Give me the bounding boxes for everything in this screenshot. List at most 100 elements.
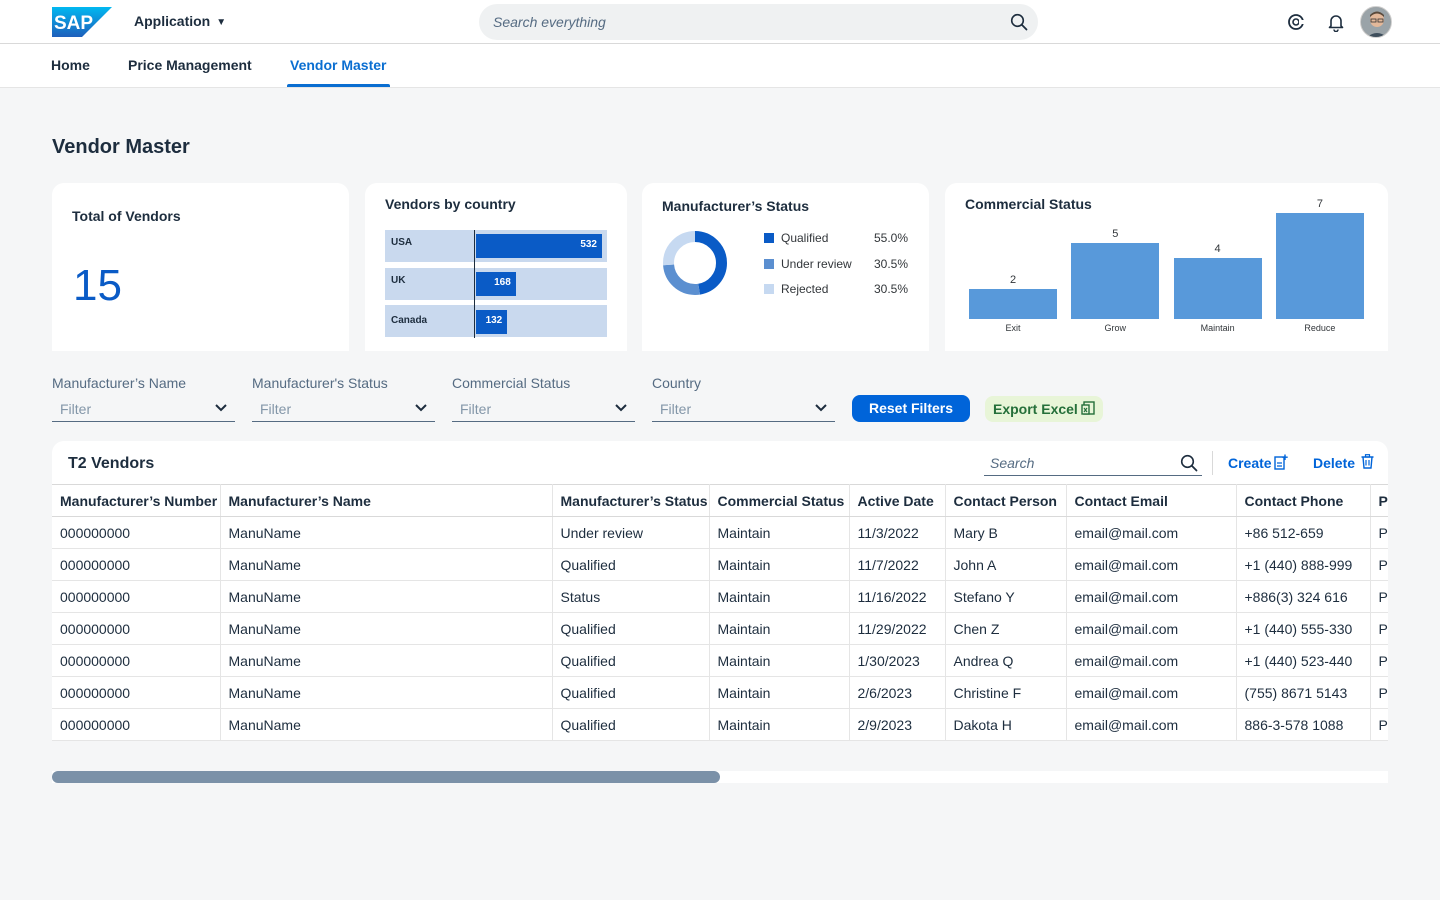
column-header[interactable]: Manufacturer’s Number: [52, 484, 221, 517]
table-cell: Maintain: [709, 580, 850, 613]
table-row[interactable]: 000000000 ManuName Qualified Maintain 2/6/20…: [52, 676, 1388, 709]
legend-value: 55.0%: [873, 231, 908, 245]
table-cell: ManuName: [220, 612, 553, 645]
commercial-status-bar[interactable]: [1173, 258, 1262, 319]
app-title-label: Application: [134, 13, 211, 29]
chevron-down-icon: [615, 404, 627, 412]
search-icon[interactable]: [1180, 454, 1198, 472]
table-cell: email@mail.com: [1066, 676, 1237, 709]
manufacturer-status-donut: [663, 231, 727, 295]
column-header[interactable]: Contact Email: [1066, 484, 1237, 517]
tab-price-management[interactable]: Price Management: [128, 57, 252, 73]
table-row[interactable]: 000000000 ManuName Qualified Maintain 1/30/2…: [52, 644, 1388, 677]
global-search-input[interactable]: [479, 4, 999, 40]
table-row[interactable]: 000000000 ManuName Qualified Maintain 2/9/20…: [52, 708, 1388, 741]
horizontal-scroll-thumb[interactable]: [52, 771, 720, 783]
column-header[interactable]: Active Date: [849, 484, 946, 517]
filter-select-manufacturer-name[interactable]: Filter: [52, 397, 235, 422]
column-header[interactable]: Contact Phone: [1236, 484, 1371, 517]
table-cell: email@mail.com: [1066, 580, 1237, 613]
table-cell: Status: [552, 580, 710, 613]
commercial-status-category-label: Exit: [1005, 323, 1021, 333]
commercial-status-bar[interactable]: [1275, 213, 1364, 319]
column-header[interactable]: Manufacturer’s Status: [552, 484, 710, 517]
column-header[interactable]: Commercial Status: [709, 484, 850, 517]
table-row[interactable]: 000000000 ManuName Qualified Maintain 11/29/…: [52, 612, 1388, 645]
table-cell: +1 (440) 888-999: [1236, 548, 1371, 581]
table-header-row: Manufacturer’s Number Manufacturer’s Nam…: [52, 484, 1388, 517]
table-cell: Under review: [552, 516, 710, 549]
commercial-status-title: Commercial Status: [965, 196, 1092, 212]
table-cell: Maintain: [709, 708, 850, 741]
table-cell: Qualified: [552, 612, 710, 645]
reset-filters-button[interactable]: Reset Filters: [852, 395, 970, 422]
table-title: T2 Vendors: [68, 455, 155, 472]
filter-select-commercial-status[interactable]: Filter: [452, 397, 635, 422]
country-bar[interactable]: 132: [476, 310, 508, 334]
legend-swatch: [764, 258, 774, 269]
page-title: Vendor Master: [52, 136, 190, 158]
bell-icon[interactable]: [1326, 12, 1346, 32]
sap-logo[interactable]: SAP: [52, 7, 112, 37]
table-cell: Po: [1370, 644, 1388, 677]
legend-item: Qualified 55.0%: [764, 231, 924, 247]
filter-select-manufacturer-status[interactable]: Filter: [252, 397, 435, 422]
country-bar-row: Canada 132: [385, 305, 607, 337]
tab-bar: Home Price Management Vendor Master: [0, 44, 1440, 88]
country-value-label: 132: [485, 315, 503, 326]
search-icon[interactable]: [1010, 13, 1028, 31]
export-excel-button[interactable]: Export Excel: [985, 396, 1103, 422]
country-value-label: 532: [580, 239, 597, 250]
country-bar[interactable]: 532: [476, 234, 602, 258]
copilot-icon[interactable]: [1286, 12, 1306, 32]
commercial-status-category-label: Reduce: [1304, 323, 1336, 333]
legend-swatch: [764, 284, 774, 294]
vendors-by-country-card: Vendors by country USA 532 UK 168 Canada 132: [365, 183, 627, 351]
avatar[interactable]: [1360, 6, 1392, 38]
tab-home[interactable]: Home: [51, 57, 90, 73]
commercial-status-value-label: 7: [1316, 198, 1323, 210]
country-bar[interactable]: 168: [476, 271, 516, 296]
table-cell: Po: [1370, 708, 1388, 741]
legend-swatch: [764, 233, 774, 243]
commercial-status-value-label: 5: [1112, 228, 1119, 241]
table-cell: +1 (440) 523-440: [1236, 644, 1371, 677]
delete-button[interactable]: Delete: [1313, 454, 1375, 471]
chevron-down-icon: [415, 404, 427, 412]
table-cell: 11/3/2022: [849, 516, 946, 549]
create-button[interactable]: Create: [1228, 454, 1290, 471]
filter-select-country[interactable]: Filter: [652, 397, 835, 422]
filter-label-country: Country: [652, 375, 702, 391]
commercial-status-bar[interactable]: [1071, 243, 1160, 319]
tab-vendor-master[interactable]: Vendor Master: [290, 57, 386, 73]
table-row[interactable]: 000000000 ManuName Under review Maintain 11/…: [52, 516, 1388, 549]
app-title-menu[interactable]: Application ▼: [134, 13, 226, 29]
table-row[interactable]: 000000000 ManuName Status Maintain 11/16/202…: [52, 580, 1388, 613]
table-cell: Qualified: [552, 548, 710, 581]
column-header[interactable]: Manufacturer’s Name: [220, 484, 553, 517]
table-cell: Stefano Y: [945, 580, 1067, 613]
table-cell: 2/9/2023: [849, 708, 946, 741]
country-label: USA: [391, 237, 413, 248]
country-label: Canada: [391, 315, 428, 326]
caret-down-icon: ▼: [216, 17, 227, 28]
table-cell: +1 (440) 555-330: [1236, 612, 1371, 645]
column-header[interactable]: Po: [1370, 484, 1388, 517]
manufacturer-status-title: Manufacturer’s Status: [662, 198, 810, 214]
table-cell: Po: [1370, 580, 1388, 613]
table-cell: 11/16/2022: [849, 580, 946, 613]
table-row[interactable]: 000000000 ManuName Qualified Maintain 11/7/2…: [52, 548, 1388, 581]
commercial-status-bar[interactable]: [969, 288, 1057, 319]
table-search-input[interactable]: [984, 451, 1169, 475]
table-search: [984, 451, 1202, 476]
table-cell: Po: [1370, 612, 1388, 645]
column-header[interactable]: Contact Person: [945, 484, 1067, 517]
filter-placeholder: Filter: [660, 401, 692, 417]
table-cell: 886-3-578 1088: [1236, 708, 1371, 741]
table-cell: 11/7/2022: [849, 548, 946, 581]
filter-placeholder: Filter: [60, 401, 92, 417]
country-bar-row: UK 168: [385, 267, 607, 300]
shell-bar: SAP Application ▼: [0, 0, 1440, 44]
table-cell: Maintain: [709, 644, 850, 677]
legend-label: Under review: [781, 256, 852, 271]
